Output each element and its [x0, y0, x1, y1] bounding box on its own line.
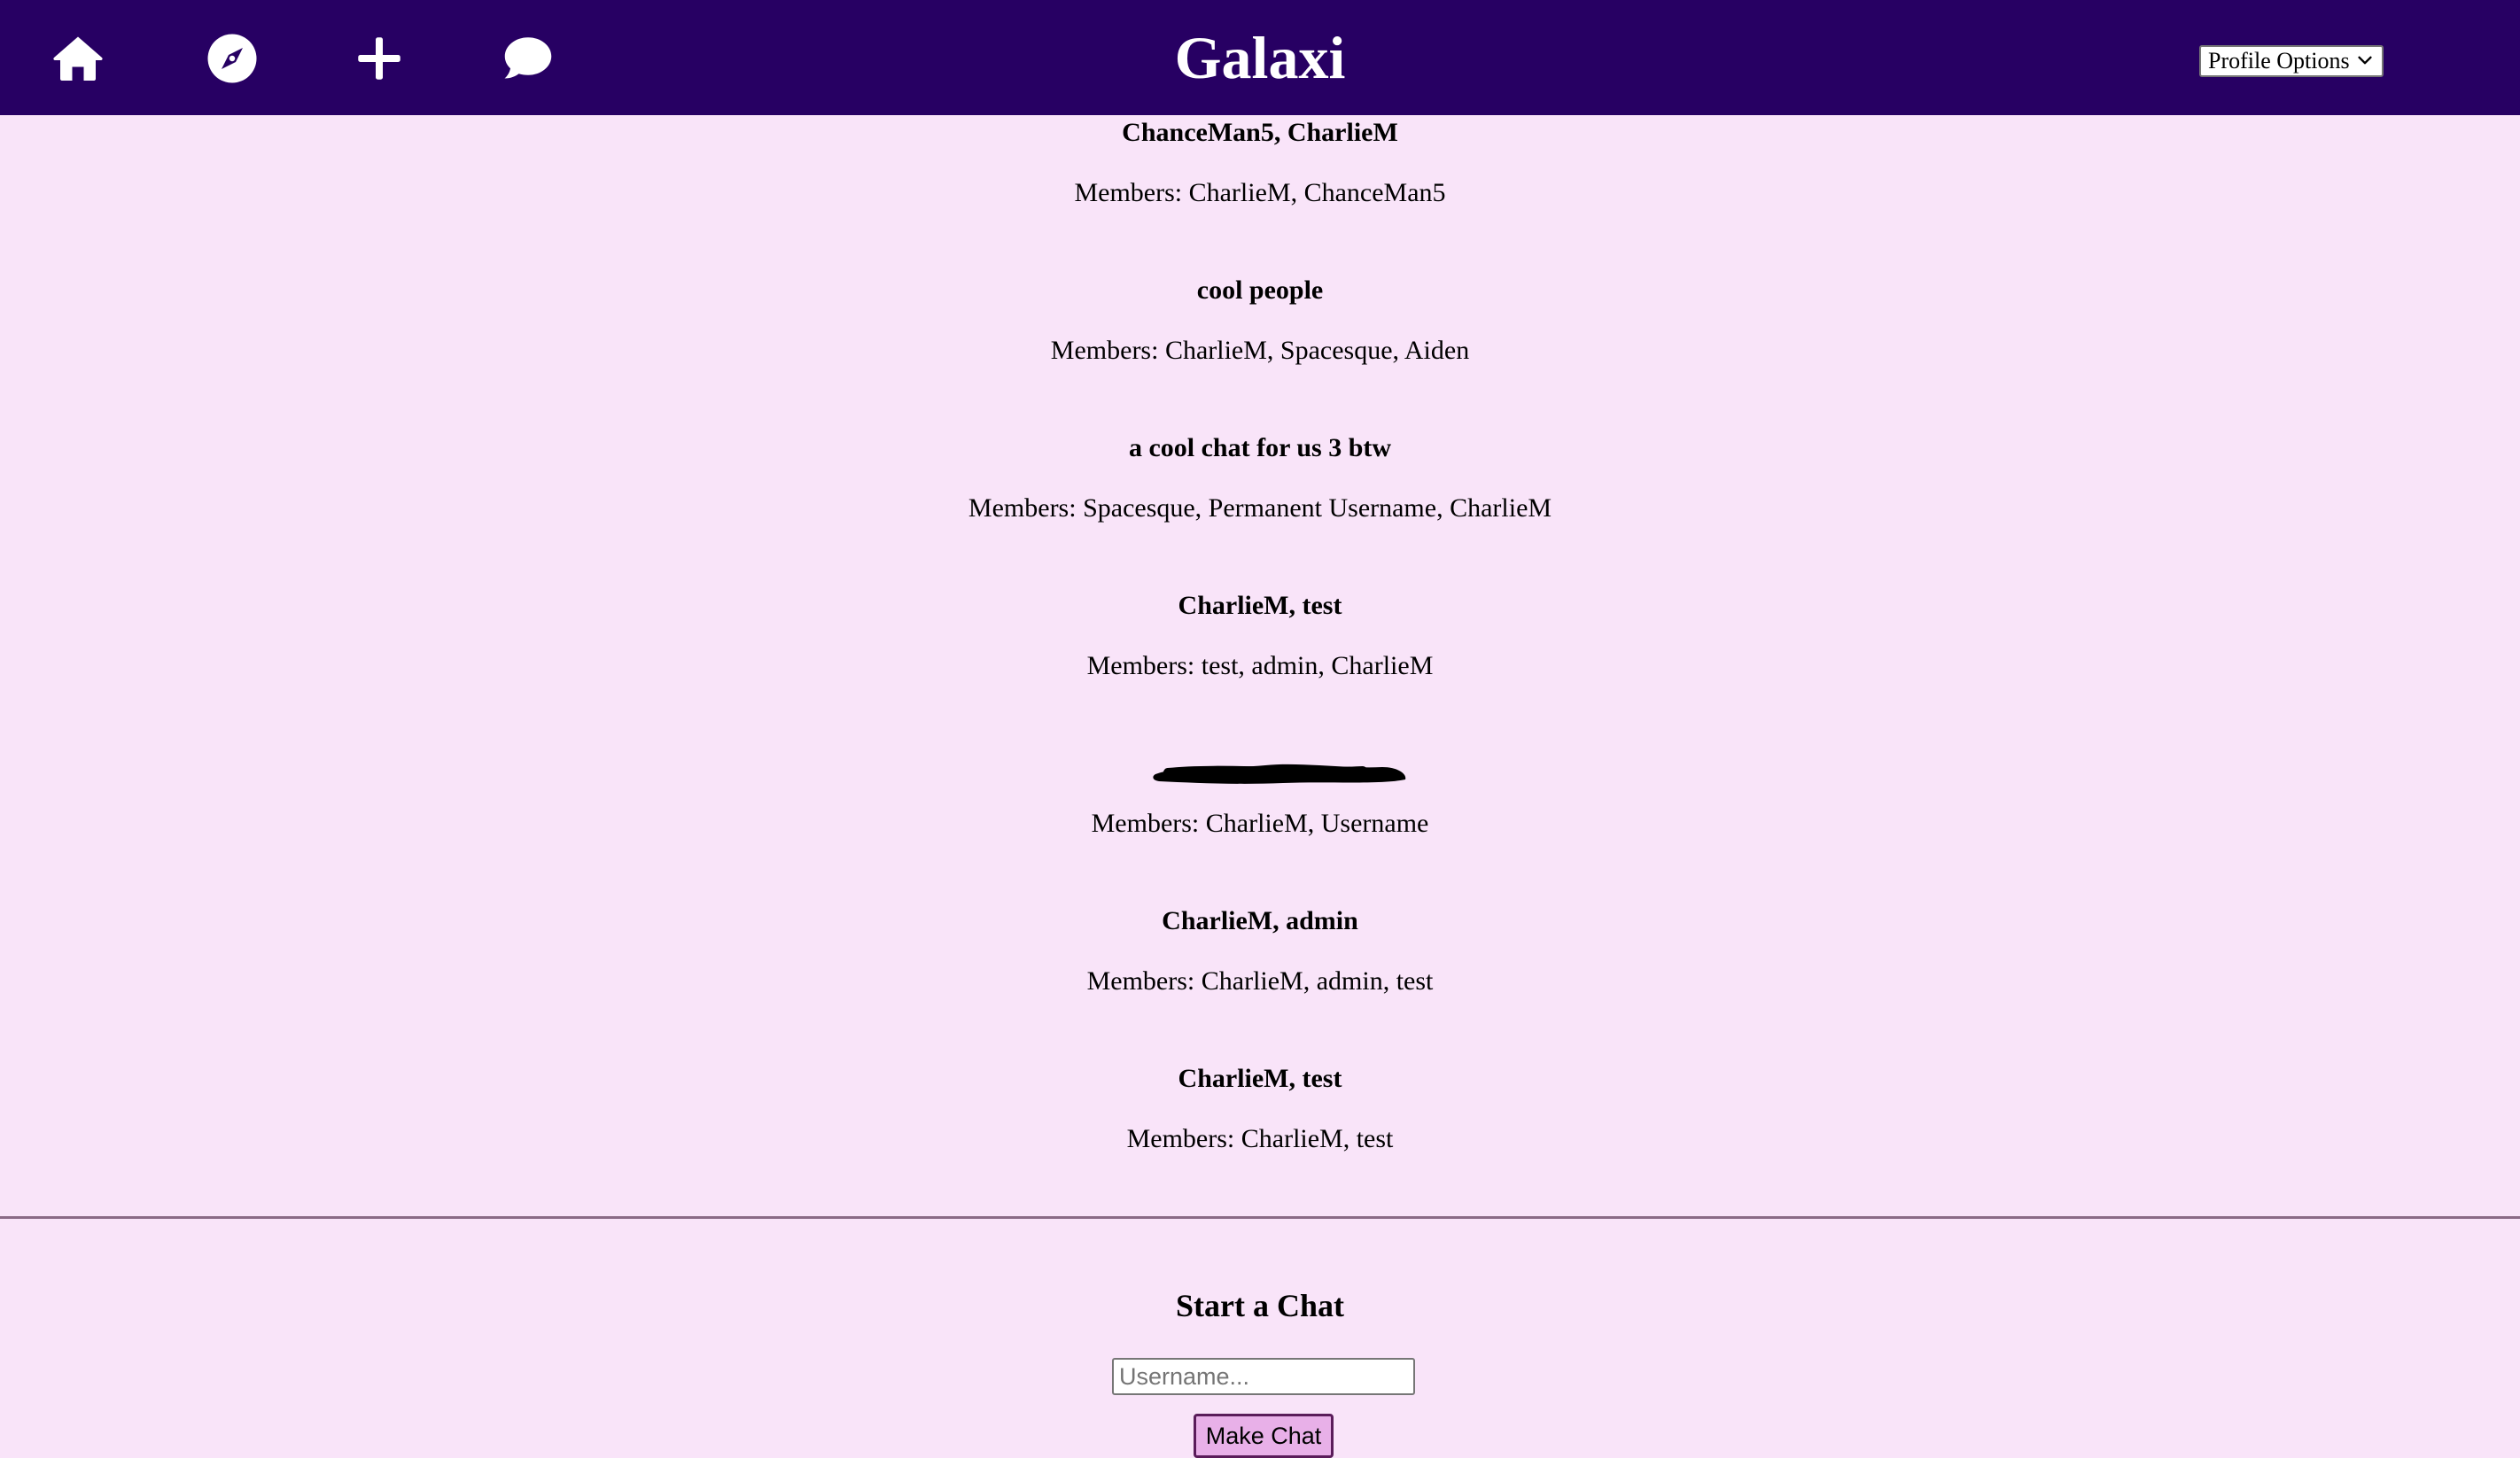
chat-members: Members: Spacesque, Permanent Username, …: [968, 493, 1552, 523]
chat-item[interactable]: Members: CharlieM, Username: [0, 746, 2520, 903]
chat-name: CharlieM, test: [1178, 1064, 1342, 1093]
chat-members: Members: CharlieM, ChanceMan5: [1074, 178, 1446, 207]
chat-item[interactable]: cool people Members: CharlieM, Spacesque…: [0, 273, 2520, 430]
profile-options-label: Profile Options: [2208, 48, 2350, 74]
profile-options-select[interactable]: Profile Options: [2199, 45, 2384, 77]
chat-item[interactable]: a cool chat for us 3 btw Members: Spaces…: [0, 430, 2520, 588]
compass-icon[interactable]: [206, 32, 259, 85]
chat-members: Members: CharlieM, Username: [1091, 809, 1429, 838]
username-input[interactable]: [1112, 1358, 1415, 1395]
chat-item[interactable]: CharlieM, admin Members: CharlieM, admin…: [0, 903, 2520, 1061]
plus-icon[interactable]: [353, 32, 406, 85]
chat-members: Members: CharlieM, Spacesque, Aiden: [1050, 336, 1470, 365]
chat-item[interactable]: CharlieM, test Members: test, admin, Cha…: [0, 588, 2520, 746]
chat-members: Members: CharlieM, admin, test: [1086, 966, 1434, 996]
chat-name: ChanceMan5, CharlieM: [1122, 118, 1398, 147]
make-chat-button[interactable]: Make Chat: [1194, 1414, 1334, 1458]
chat-item[interactable]: CharlieM, test Members: CharlieM, test: [0, 1061, 2520, 1219]
chat-members: Members: CharlieM, test: [1126, 1124, 1394, 1153]
redaction-scribble: [1153, 764, 1406, 784]
start-chat-title: Start a Chat: [1176, 1288, 1344, 1323]
section-divider: [0, 1216, 2520, 1219]
chat-members: Members: test, admin, CharlieM: [1086, 651, 1434, 680]
chat-name: CharlieM, admin: [1162, 906, 1358, 935]
chat-name: cool people: [1196, 275, 1324, 305]
chat-item[interactable]: ChanceMan5, CharlieM Members: CharlieM, …: [0, 115, 2520, 273]
chat-bubble-icon[interactable]: [502, 32, 555, 85]
chat-name: a cool chat for us 3 btw: [1128, 433, 1392, 462]
chat-list: ChanceMan5, CharlieM Members: CharlieM, …: [0, 115, 2520, 1219]
chat-name: CharlieM, test: [1178, 591, 1342, 620]
home-icon[interactable]: [51, 32, 105, 85]
chevron-down-icon: [2358, 56, 2372, 65]
top-navbar: Galaxi Profile Options: [0, 0, 2520, 115]
